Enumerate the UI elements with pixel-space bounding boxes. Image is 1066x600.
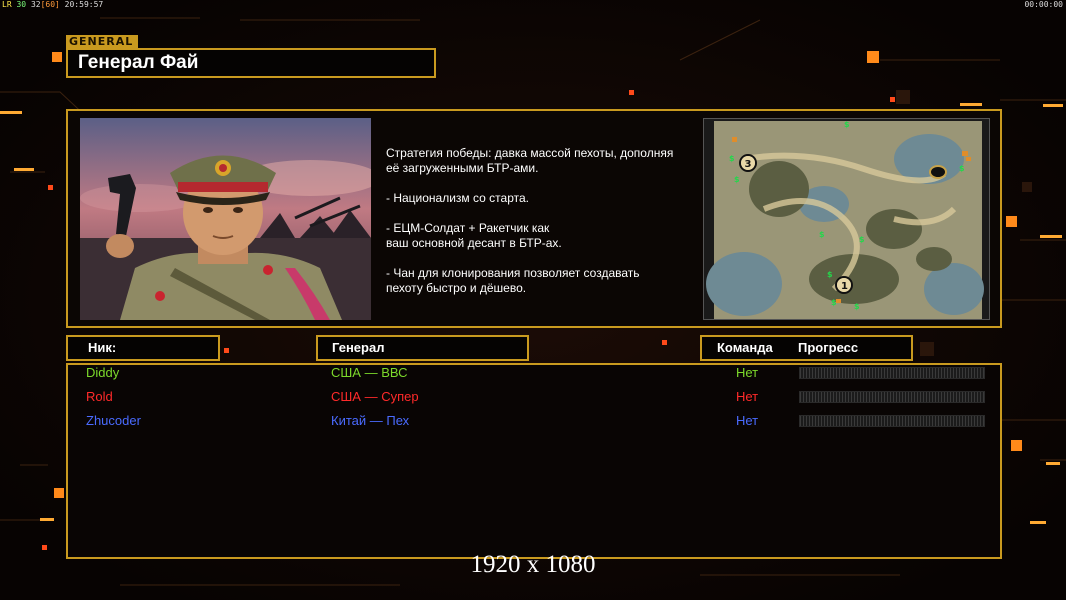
player-row: Diddy США — ВВС Нет bbox=[0, 364, 1066, 386]
nick-column-header: Ник: bbox=[66, 335, 220, 361]
player-general[interactable]: США — ВВС bbox=[331, 364, 408, 382]
player-general[interactable]: Китай — Пех bbox=[331, 412, 409, 430]
description-line: - Чан для клонирования позволяет создава… bbox=[386, 266, 640, 295]
svg-text:$: $ bbox=[859, 235, 865, 244]
fps-a: 30 bbox=[16, 0, 27, 9]
svg-text:$: $ bbox=[844, 120, 850, 129]
map-marker: 3 bbox=[745, 159, 752, 170]
player-nick: Zhucoder bbox=[86, 413, 141, 428]
fps-readout: LR 30 32[60] 20:59:57 bbox=[2, 0, 103, 10]
player-progress-bar bbox=[799, 391, 985, 403]
svg-text:$: $ bbox=[729, 154, 735, 163]
general-header-label: Генерал bbox=[332, 340, 385, 355]
player-team[interactable]: Нет bbox=[736, 388, 758, 406]
description-line: - Национализм со старта. bbox=[386, 191, 529, 205]
description-line: Стратегия победы: давка массой пехоты, д… bbox=[386, 146, 674, 175]
svg-text:$: $ bbox=[827, 270, 833, 279]
svg-text:$: $ bbox=[959, 164, 965, 173]
general-title: Генерал Фай bbox=[66, 48, 436, 78]
clock: 20:59:57 bbox=[64, 0, 104, 9]
svg-text:$: $ bbox=[854, 302, 860, 311]
player-progress-bar bbox=[799, 415, 985, 427]
svg-text:$: $ bbox=[819, 230, 825, 239]
player-team[interactable]: Нет bbox=[736, 412, 758, 430]
player-progress-bar bbox=[799, 367, 985, 379]
player-nick: Rold bbox=[86, 389, 113, 404]
player-team[interactable]: Нет bbox=[736, 364, 758, 382]
team-progress-header: Команда Прогресс bbox=[700, 335, 913, 361]
nick-header-label: Ник: bbox=[88, 340, 117, 355]
general-description: Стратегия победы: давка массой пехоты, д… bbox=[386, 146, 696, 311]
player-row: Zhucoder Китай — Пех Нет bbox=[0, 412, 1066, 434]
player-row: Rold США — Супер Нет bbox=[0, 388, 1066, 410]
general-column-header: Генерал bbox=[316, 335, 529, 361]
fps-bracket: [60] bbox=[40, 0, 60, 9]
svg-text:$: $ bbox=[734, 175, 740, 184]
map-marker: 1 bbox=[841, 281, 848, 292]
player-nick: Diddy bbox=[86, 365, 120, 380]
map-preview[interactable]: $ $ $ $ $ $ $ $ $ 3 1 bbox=[703, 118, 990, 320]
resolution-label: 1920 x 1080 bbox=[470, 551, 596, 578]
fps-prefix: LR bbox=[2, 0, 12, 9]
team-header-label: Команда bbox=[717, 340, 773, 355]
general-tag: GENERAL bbox=[66, 35, 138, 48]
game-timer: 00:00:00 bbox=[1024, 0, 1063, 9]
description-line: - ЕЦМ-Солдат + Ракетчик как ваш основной… bbox=[386, 221, 562, 250]
general-portrait bbox=[80, 118, 371, 320]
fps-b: 32 bbox=[30, 0, 41, 9]
player-general[interactable]: США — Супер bbox=[331, 388, 419, 406]
debug-overlay: LR 30 32[60] 20:59:57 00:00:00 bbox=[0, 0, 1066, 10]
progress-header-label: Прогресс bbox=[798, 340, 859, 355]
